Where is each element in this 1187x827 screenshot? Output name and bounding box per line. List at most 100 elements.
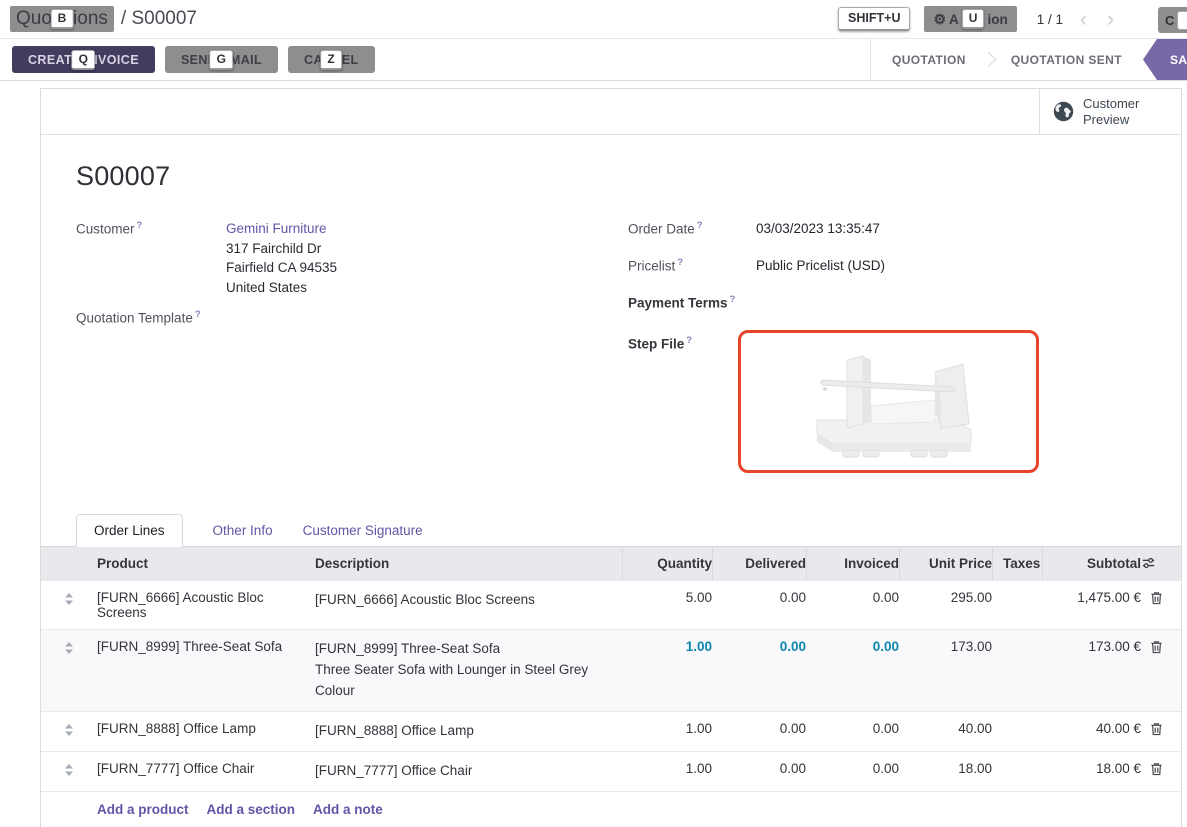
table-row[interactable]: [FURN_7777] Office Chair [FURN_7777] Off…	[41, 751, 1181, 791]
col-header-quantity[interactable]: Quantity	[622, 547, 712, 580]
cell-unit-price[interactable]: 40.00	[899, 712, 992, 751]
cell-invoiced[interactable]: 0.00	[806, 752, 899, 791]
customer-value: Gemini Furniture 317 Fairchild Dr Fairfi…	[226, 219, 337, 297]
customer-address: 317 Fairchild Dr Fairfield CA 94535 Unit…	[226, 239, 337, 298]
cancel-button[interactable]: CANCEL Z	[288, 46, 374, 73]
step-file-label: Step File?	[628, 334, 738, 473]
pager-next-icon[interactable]: ›	[1104, 9, 1117, 30]
keyboard-hint-breadcrumb: B	[51, 9, 74, 29]
step-file-image[interactable]	[738, 330, 1039, 473]
cell-quantity[interactable]: 1.00	[622, 712, 712, 751]
tab-other-info[interactable]: Other Info	[213, 515, 273, 546]
cell-unit-price[interactable]: 295.00	[899, 581, 992, 629]
cell-product[interactable]: [FURN_8999] Three-Seat Sofa	[97, 630, 315, 711]
edge-hint-button[interactable]: C	[1158, 7, 1187, 33]
col-header-unit-price[interactable]: Unit Price	[899, 547, 992, 580]
send-email-button[interactable]: SEND EMAIL G	[165, 46, 278, 73]
help-icon[interactable]: ?	[677, 257, 683, 268]
cell-description[interactable]: [FURN_8999] Three-Seat Sofa Three Seater…	[315, 630, 622, 711]
pricelist-value[interactable]: Public Pricelist (USD)	[756, 256, 885, 276]
cell-delivered[interactable]: 0.00	[712, 752, 806, 791]
help-icon[interactable]: ?	[697, 220, 703, 231]
field-order-date: Order Date? 03/03/2023 13:35:47	[628, 219, 1146, 239]
cell-description[interactable]: [FURN_6666] Acoustic Bloc Screens	[315, 581, 622, 629]
drag-handle-icon[interactable]	[41, 581, 97, 629]
pager-value: 1 / 1	[1037, 12, 1063, 27]
cell-delivered[interactable]: 0.00	[712, 630, 806, 711]
cell-taxes[interactable]	[992, 752, 1042, 791]
cell-quantity[interactable]: 5.00	[622, 581, 712, 629]
cell-taxes[interactable]	[992, 712, 1042, 751]
cell-unit-price[interactable]: 173.00	[899, 630, 992, 711]
table-row[interactable]: [FURN_8999] Three-Seat Sofa [FURN_8999] …	[41, 629, 1181, 711]
breadcrumb-parent-quotations[interactable]: Quotations B	[10, 6, 114, 32]
cell-product[interactable]: [FURN_7777] Office Chair	[97, 752, 315, 791]
cell-invoiced[interactable]: 0.00	[806, 581, 899, 629]
cell-delivered[interactable]: 0.00	[712, 581, 806, 629]
col-header-description[interactable]: Description	[315, 547, 622, 580]
delete-row-icon[interactable]	[1141, 630, 1181, 711]
delete-row-icon[interactable]	[1141, 581, 1181, 629]
col-header-taxes[interactable]: Taxes	[992, 547, 1042, 580]
tab-order-lines[interactable]: Order Lines	[76, 514, 183, 547]
cell-quantity[interactable]: 1.00	[622, 630, 712, 711]
delete-row-icon[interactable]	[1141, 712, 1181, 751]
tab-customer-signature[interactable]: Customer Signature	[303, 515, 423, 546]
field-payment-terms: Payment Terms?	[628, 293, 1146, 313]
gear-icon: ⚙	[933, 12, 946, 26]
field-column-left: Customer? Gemini Furniture 317 Fairchild…	[76, 219, 588, 484]
cell-description[interactable]: [FURN_8888] Office Lamp	[315, 712, 622, 751]
field-pricelist: Pricelist? Public Pricelist (USD)	[628, 256, 1146, 276]
keyboard-hint-action: U	[962, 9, 985, 29]
breadcrumb-bar: Quotations B / S00007 SHIFT+U ⚙ A U ion …	[0, 0, 1187, 39]
stat-button-box: Customer Preview	[41, 89, 1181, 135]
stage-quotation[interactable]: QUOTATION	[871, 39, 987, 80]
cell-unit-price[interactable]: 18.00	[899, 752, 992, 791]
cell-product[interactable]: [FURN_6666] Acoustic Bloc Screens	[97, 581, 315, 629]
cell-quantity[interactable]: 1.00	[622, 752, 712, 791]
cell-delivered[interactable]: 0.00	[712, 712, 806, 751]
stage-sales-order[interactable]: SALES ORDER	[1143, 39, 1187, 80]
col-header-product[interactable]: Product	[97, 547, 315, 580]
cell-invoiced[interactable]: 0.00	[806, 630, 899, 711]
cell-taxes[interactable]	[992, 630, 1042, 711]
keyboard-hint-create-invoice: Q	[72, 50, 96, 70]
cell-description[interactable]: [FURN_7777] Office Chair	[315, 752, 622, 791]
action-menu-button[interactable]: ⚙ A U ion	[924, 6, 1016, 32]
col-header-invoiced[interactable]: Invoiced	[806, 547, 899, 580]
customer-preview-button[interactable]: Customer Preview	[1039, 89, 1181, 134]
help-icon[interactable]: ?	[686, 335, 692, 346]
drag-handle-icon[interactable]	[41, 712, 97, 751]
create-invoice-button[interactable]: CREATE INVOICE Q	[12, 46, 155, 73]
table-header-row: Product Description Quantity Delivered I…	[41, 547, 1181, 580]
stage-quotation-sent[interactable]: QUOTATION SENT	[990, 39, 1143, 80]
help-icon[interactable]: ?	[730, 294, 736, 305]
customer-link[interactable]: Gemini Furniture	[226, 219, 337, 239]
globe-icon	[1053, 101, 1074, 122]
drag-handle-icon[interactable]	[41, 630, 97, 711]
help-icon[interactable]: ?	[195, 309, 201, 320]
add-a-product-link[interactable]: Add a product	[97, 802, 189, 817]
edge-hint-chip	[1177, 11, 1187, 30]
table-row[interactable]: [FURN_8888] Office Lamp [FURN_8888] Offi…	[41, 711, 1181, 751]
pager-previous-icon[interactable]: ‹	[1077, 9, 1090, 30]
add-a-section-link[interactable]: Add a section	[207, 802, 296, 817]
order-lines-table: Product Description Quantity Delivered I…	[41, 546, 1181, 827]
customer-label: Customer?	[76, 219, 226, 297]
order-date-value[interactable]: 03/03/2023 13:35:47	[756, 219, 880, 239]
cell-subtotal: 18.00 €	[1042, 752, 1141, 791]
optional-columns-icon[interactable]	[1141, 547, 1181, 580]
drag-handle-icon[interactable]	[41, 752, 97, 791]
add-a-note-link[interactable]: Add a note	[313, 802, 383, 817]
col-header-subtotal[interactable]: Subtotal	[1042, 547, 1141, 580]
cell-product[interactable]: [FURN_8888] Office Lamp	[97, 712, 315, 751]
cell-subtotal: 40.00 €	[1042, 712, 1141, 751]
cell-invoiced[interactable]: 0.00	[806, 712, 899, 751]
delete-row-icon[interactable]	[1141, 752, 1181, 791]
keyboard-hint-send-email: G	[210, 50, 234, 70]
cell-taxes[interactable]	[992, 581, 1042, 629]
keyboard-hint-shift-u[interactable]: SHIFT+U	[838, 7, 910, 32]
help-icon[interactable]: ?	[137, 220, 143, 231]
col-header-delivered[interactable]: Delivered	[712, 547, 806, 580]
table-row[interactable]: [FURN_6666] Acoustic Bloc Screens [FURN_…	[41, 580, 1181, 629]
